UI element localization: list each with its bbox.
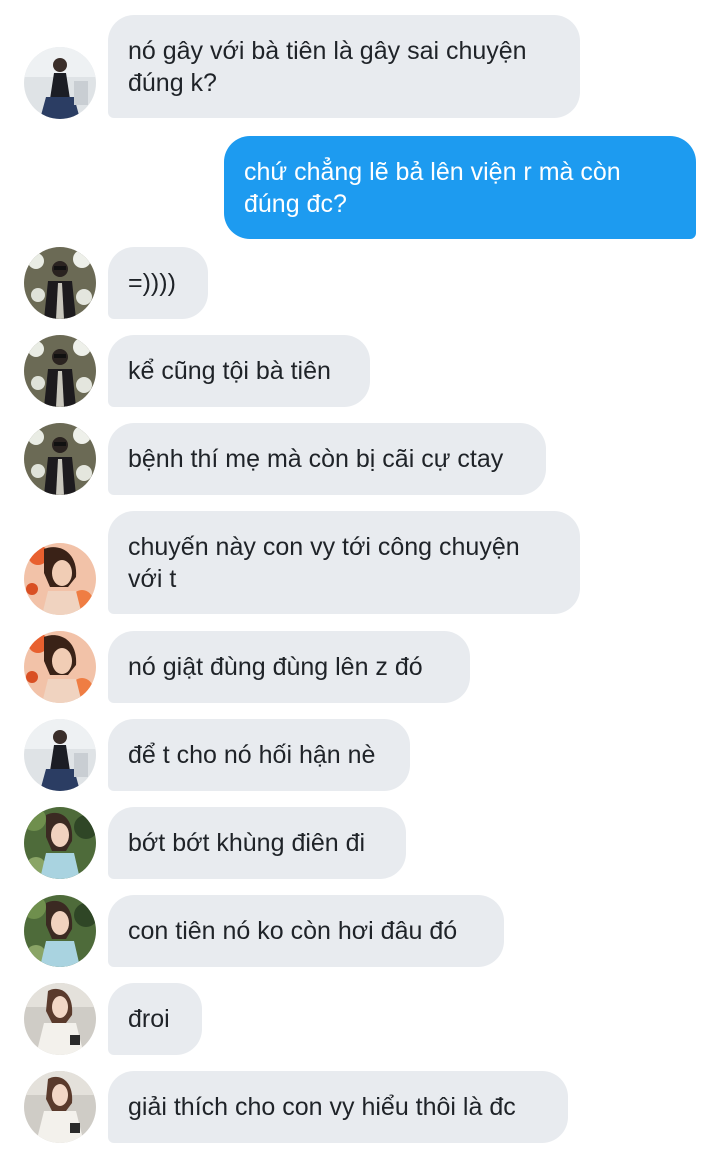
message-text: giải thích cho con vy hiểu thôi là đc (128, 1093, 516, 1121)
message-text: bớt bớt khùng điên đi (128, 829, 366, 857)
message-bubble[interactable]: chứ chẳng lẽ bả lên viện r mà còn đúng đ… (224, 136, 696, 239)
avatar[interactable] (24, 335, 96, 407)
message-bubble[interactable]: để t cho nó hối hận nè (108, 719, 410, 791)
message-text: con tiên nó ko còn hơi đâu đó (128, 917, 458, 945)
message-text: nó gây với bà tiên là gây sai chuyện đún… (128, 37, 534, 97)
message-text: =)))) (128, 269, 176, 297)
message-bubble[interactable]: giải thích cho con vy hiểu thôi là đc (108, 1071, 568, 1143)
avatar[interactable] (24, 631, 96, 703)
avatar[interactable] (24, 543, 96, 615)
message-text: nó giật đùng đùng lên z đó (128, 653, 423, 681)
avatar[interactable] (24, 983, 96, 1055)
message-bubble[interactable]: nó gây với bà tiên là gây sai chuyện đún… (108, 15, 580, 118)
message-bubble[interactable]: =)))) (108, 247, 208, 319)
message-bubble[interactable]: chuyến này con vy tới công chuyện với t (108, 511, 580, 614)
message-text: chứ chẳng lẽ bả lên viện r mà còn đúng đ… (244, 158, 628, 218)
message-text: để t cho nó hối hận nè (128, 741, 376, 769)
message-bubble[interactable]: đroi (108, 983, 202, 1055)
message-text: đroi (128, 1005, 170, 1033)
avatar[interactable] (24, 247, 96, 319)
message-bubble[interactable]: con tiên nó ko còn hơi đâu đó (108, 895, 504, 967)
avatar[interactable] (24, 1071, 96, 1143)
message-bubble[interactable]: bệnh thí mẹ mà còn bị cãi cự ctay (108, 423, 546, 495)
message-bubble[interactable]: bớt bớt khùng điên đi (108, 807, 406, 879)
avatar[interactable] (24, 719, 96, 791)
message-text: bệnh thí mẹ mà còn bị cãi cự ctay (128, 445, 504, 473)
avatar[interactable] (24, 895, 96, 967)
avatar[interactable] (24, 47, 96, 119)
avatar[interactable] (24, 423, 96, 495)
message-bubble[interactable]: kể cũng tội bà tiên (108, 335, 370, 407)
message-text: kể cũng tội bà tiên (128, 357, 331, 385)
avatar[interactable] (24, 807, 96, 879)
message-text: chuyến này con vy tới công chuyện với t (128, 533, 527, 593)
message-bubble[interactable]: nó giật đùng đùng lên z đó (108, 631, 470, 703)
